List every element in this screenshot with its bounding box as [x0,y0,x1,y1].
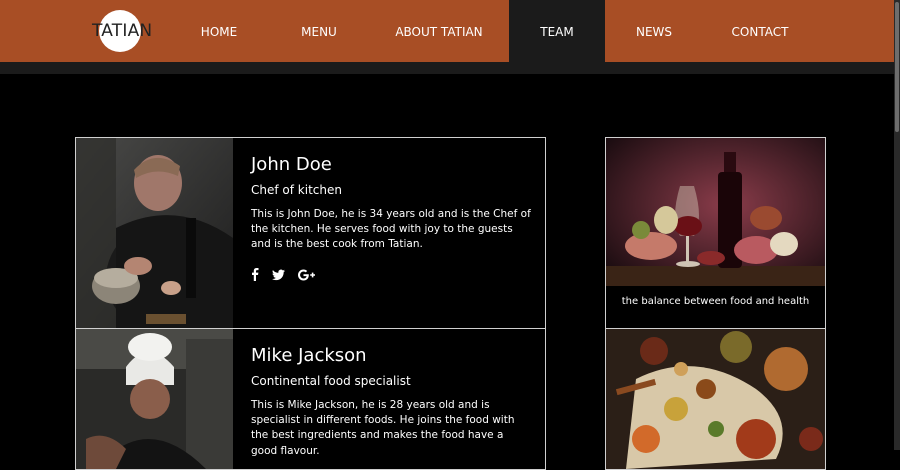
navbar-shadow [0,62,894,74]
wine-food-image [606,138,825,286]
team-member-role: Chef of kitchen [251,183,342,197]
nav-menu[interactable]: MENU [283,0,355,62]
scrollbar-thumb[interactable] [895,2,899,132]
team-card: Mike Jackson Continental food specialist… [75,328,546,470]
top-navbar: TATIAN HOME MENU ABOUT TATIAN TEAM NEWS … [0,0,894,62]
side-feature-card[interactable] [605,328,826,470]
google-plus-icon[interactable] [298,266,315,285]
side-card-caption: the balance between food and health [621,296,810,307]
team-card: John Doe Chef of kitchen This is John Do… [75,137,546,329]
team-member-role: Continental food specialist [251,374,411,388]
facebook-icon[interactable] [251,266,259,285]
chef-photo [76,329,233,469]
nav-about[interactable]: ABOUT TATIAN [388,0,490,62]
nav-home[interactable]: HOME [180,0,258,62]
team-member-name: Mike Jackson [251,345,367,366]
logo[interactable]: TATIAN [92,10,152,52]
twitter-icon[interactable] [272,266,285,285]
team-member-name: John Doe [251,154,332,175]
spices-image [606,329,825,469]
nav-news[interactable]: NEWS [620,0,688,62]
logo-text: TATIAN [92,21,153,41]
side-feature-card[interactable]: the balance between food and health [605,137,826,329]
team-member-description: This is John Doe, he is 34 years old and… [251,208,531,251]
nav-team[interactable]: TEAM [509,0,605,62]
page-scrollbar[interactable] [894,0,900,450]
chef-photo [76,138,233,328]
nav-contact[interactable]: CONTACT [720,0,800,62]
social-links [251,266,315,285]
